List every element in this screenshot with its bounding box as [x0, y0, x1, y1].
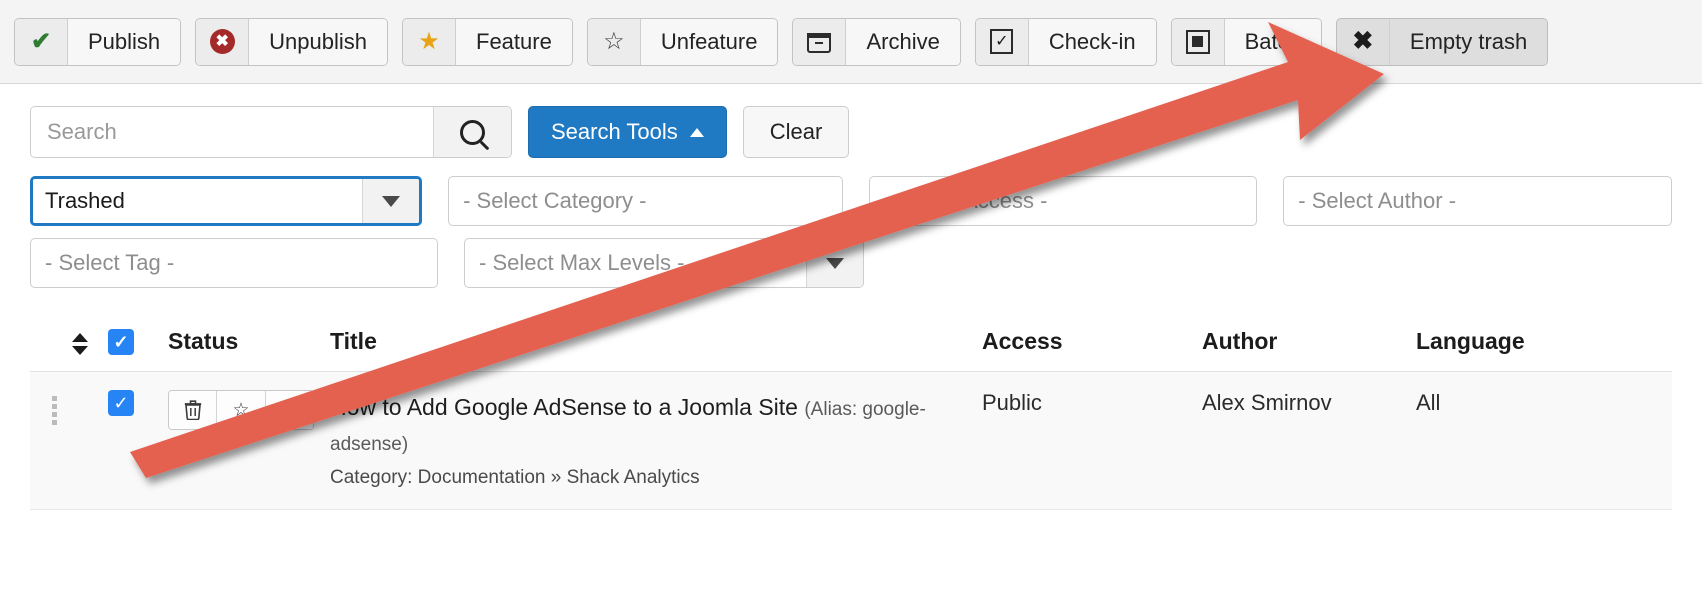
column-title[interactable]: Title [330, 328, 982, 372]
check-icon: ✔ [15, 19, 68, 65]
chevron-down-icon [362, 179, 419, 223]
archive-button-label: Archive [846, 19, 959, 65]
column-author[interactable]: Author [1202, 328, 1416, 372]
chevron-down-icon [806, 239, 863, 287]
chevron-up-icon [690, 128, 704, 137]
star-filled-icon: ★ [403, 19, 456, 65]
row-language: All [1416, 372, 1672, 510]
table-header-row: ✓ Status Title Access Author Language [30, 328, 1672, 372]
trash-icon[interactable] [169, 391, 217, 429]
batch-button-label: Batch [1225, 19, 1321, 65]
filter-tag-value: - Select Tag - [45, 250, 423, 276]
magnifier-icon [460, 120, 485, 145]
row-status-actions: ☆ [168, 390, 314, 430]
row-status-cell: ☆ [168, 372, 330, 510]
circle-x-icon: ✖ [196, 19, 249, 65]
row-title-cell: How to Add Google AdSense to a Joomla Si… [330, 372, 982, 510]
search-input[interactable] [31, 107, 433, 157]
empty-trash-button[interactable]: ✖ Empty trash [1336, 18, 1548, 66]
search-group [30, 106, 512, 158]
empty-trash-button-label: Empty trash [1390, 19, 1547, 65]
publish-button[interactable]: ✔ Publish [14, 18, 181, 66]
row-checkbox[interactable]: ✓ [108, 390, 134, 416]
row-category: Category: Documentation » Shack Analytic… [330, 467, 982, 489]
filter-category-value: - Select Category - [463, 188, 827, 214]
drag-handle-icon [52, 390, 108, 425]
table-row: ✓ ☆ [30, 372, 1672, 510]
filter-author-select[interactable]: - Select Author - [1283, 176, 1672, 226]
publish-button-label: Publish [68, 19, 180, 65]
unpublish-button-label: Unpublish [249, 19, 387, 65]
archive-button[interactable]: Archive [792, 18, 960, 66]
filter-category-select[interactable]: - Select Category - [448, 176, 842, 226]
column-language[interactable]: Language [1416, 328, 1672, 372]
filter-status-value: Trashed [45, 188, 362, 214]
column-status[interactable]: Status [168, 328, 330, 372]
batch-button[interactable]: Batch [1171, 18, 1322, 66]
search-tools-button[interactable]: Search Tools [528, 106, 727, 158]
star-outline-icon[interactable]: ☆ [217, 391, 265, 429]
filter-tag-select[interactable]: - Select Tag - [30, 238, 438, 288]
unfeature-button-label: Unfeature [641, 19, 778, 65]
archive-box-icon [793, 19, 846, 65]
feature-button[interactable]: ★ Feature [402, 18, 573, 66]
filter-access-value: - Select Access - [884, 188, 1243, 214]
search-submit-button[interactable] [433, 107, 511, 157]
square-filled-icon [1172, 19, 1225, 65]
row-title-link[interactable]: How to Add Google AdSense to a Joomla Si… [330, 394, 798, 420]
caret-down-icon[interactable] [266, 391, 313, 429]
filter-max-levels-select[interactable]: - Select Max Levels - [464, 238, 864, 288]
filter-status-select[interactable]: Trashed [30, 176, 422, 226]
admin-toolbar: ✔ Publish ✖ Unpublish ★ Feature ☆ Unfeat… [0, 0, 1702, 84]
column-sort-handle[interactable] [30, 328, 108, 372]
filter-author-value: - Select Author - [1298, 188, 1657, 214]
search-tools-label: Search Tools [551, 119, 678, 145]
unfeature-button[interactable]: ☆ Unfeature [587, 18, 779, 66]
column-access[interactable]: Access [982, 328, 1202, 372]
content-area: Search Tools Clear Trashed - Select Cate… [0, 84, 1702, 510]
star-outline-icon: ☆ [588, 19, 641, 65]
sort-icon [52, 333, 108, 355]
checkin-button-label: Check-in [1029, 19, 1156, 65]
unpublish-button[interactable]: ✖ Unpublish [195, 18, 388, 66]
articles-table: ✓ Status Title Access Author Language ✓ [30, 328, 1672, 510]
filter-max-levels-value: - Select Max Levels - [479, 250, 806, 276]
filter-access-select[interactable]: - Select Access - [869, 176, 1258, 226]
column-select-all[interactable]: ✓ [108, 328, 168, 372]
row-select-cell[interactable]: ✓ [108, 372, 168, 510]
filter-row-2: - Select Tag - - Select Max Levels - [30, 238, 1672, 288]
clear-button[interactable]: Clear [743, 106, 850, 158]
filter-row-1: Trashed - Select Category - - Select Acc… [30, 176, 1672, 226]
filter-bar: Trashed - Select Category - - Select Acc… [30, 176, 1672, 300]
row-author[interactable]: Alex Smirnov [1202, 372, 1416, 510]
checkbox-icon: ✓ [976, 19, 1029, 65]
checkin-button[interactable]: ✓ Check-in [975, 18, 1157, 66]
select-all-checkbox[interactable]: ✓ [108, 329, 134, 355]
feature-button-label: Feature [456, 19, 572, 65]
search-row: Search Tools Clear [30, 106, 1672, 158]
row-drag-handle[interactable] [30, 372, 108, 510]
x-icon: ✖ [1337, 19, 1390, 65]
row-access: Public [982, 372, 1202, 510]
